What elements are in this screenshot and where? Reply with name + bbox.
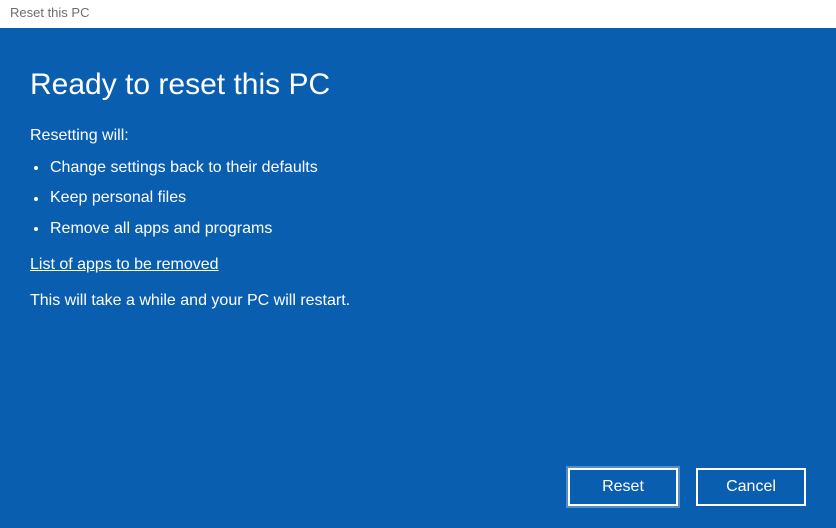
bullet-list: Change settings back to their defaults K… xyxy=(30,153,806,244)
note-text: This will take a while and your PC will … xyxy=(30,292,806,310)
cancel-button[interactable]: Cancel xyxy=(696,468,806,506)
apps-removed-link[interactable]: List of apps to be removed xyxy=(30,256,219,274)
list-item: Change settings back to their defaults xyxy=(30,153,806,183)
window-title: Reset this PC xyxy=(0,0,836,28)
button-row: Reset Cancel xyxy=(568,468,806,506)
list-item: Remove all apps and programs xyxy=(30,214,806,244)
intro-text: Resetting will: xyxy=(30,127,806,145)
page-heading: Ready to reset this PC xyxy=(30,68,806,102)
bullet-icon xyxy=(34,227,38,231)
main-panel: Ready to reset this PC Resetting will: C… xyxy=(0,28,836,528)
list-item-label: Keep personal files xyxy=(50,183,186,213)
list-item: Keep personal files xyxy=(30,183,806,213)
bullet-icon xyxy=(34,166,38,170)
list-item-label: Change settings back to their defaults xyxy=(50,153,318,183)
bullet-icon xyxy=(34,197,38,201)
list-item-label: Remove all apps and programs xyxy=(50,214,272,244)
reset-button[interactable]: Reset xyxy=(568,468,678,506)
